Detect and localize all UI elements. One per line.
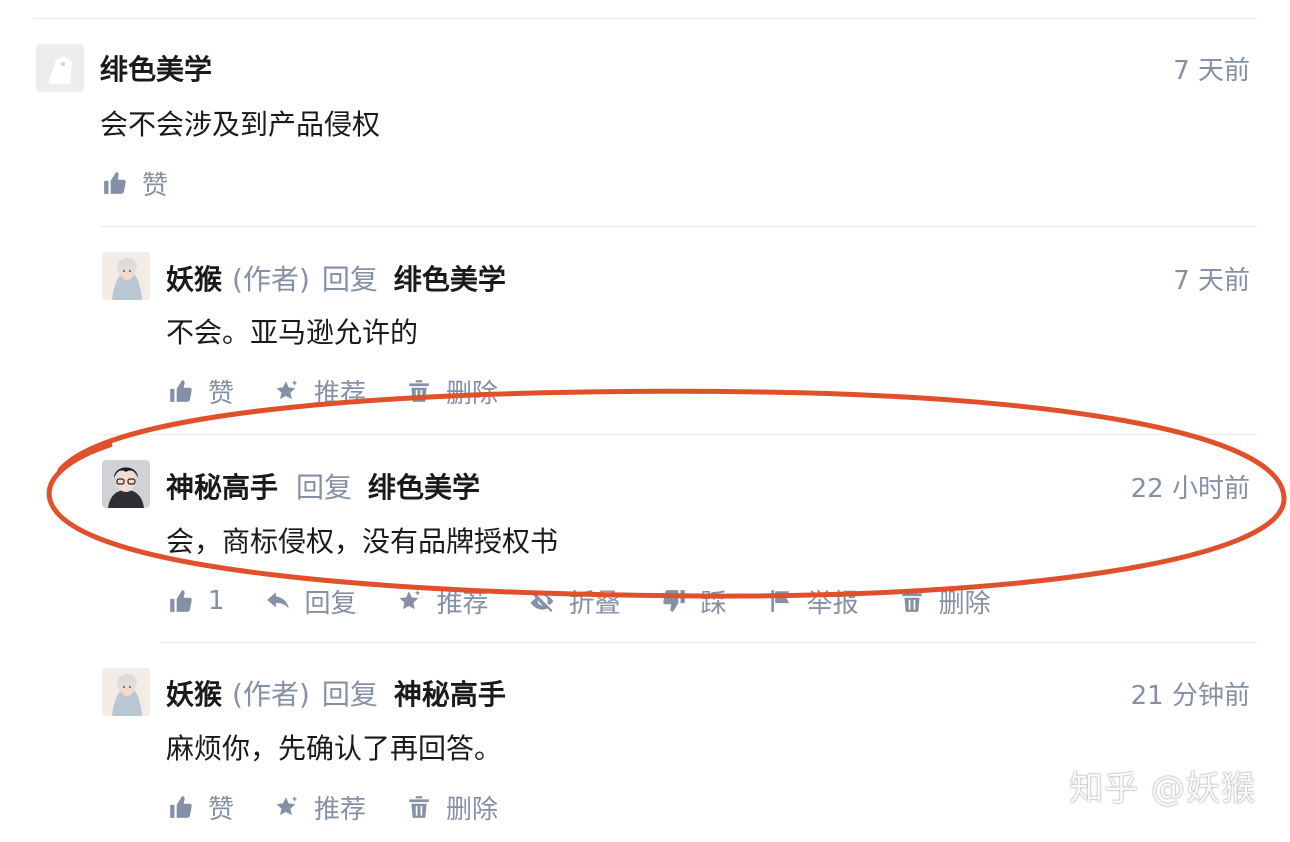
like-button[interactable]: 赞 bbox=[168, 373, 234, 410]
trash-icon bbox=[406, 378, 432, 404]
thumb-up-icon bbox=[168, 794, 194, 820]
like-label: 赞 bbox=[208, 794, 235, 825]
comment-content: 不会。亚马逊允许的 bbox=[166, 316, 419, 349]
comment-time: 7 天前 bbox=[1173, 265, 1250, 296]
author-name[interactable]: 绯色美学 bbox=[100, 48, 212, 88]
reply-word: 回复 bbox=[321, 678, 378, 711]
reply-label: 回复 bbox=[304, 588, 357, 619]
author-name[interactable]: 妖猴 bbox=[166, 258, 222, 298]
recommend-label: 推荐 bbox=[314, 794, 367, 825]
recommend-button[interactable]: 推荐 bbox=[397, 583, 489, 620]
delete-label: 删除 bbox=[446, 794, 499, 825]
avatar[interactable] bbox=[102, 668, 150, 716]
author-name[interactable]: 神秘高手 bbox=[166, 466, 278, 506]
recommend-label: 推荐 bbox=[314, 378, 367, 409]
dislike-label: 踩 bbox=[700, 588, 727, 619]
author-tag: (作者) bbox=[232, 678, 310, 711]
reply-target-name[interactable]: 神秘高手 bbox=[394, 673, 506, 713]
star-sparkle-icon bbox=[397, 588, 423, 614]
comment-content: 麻烦你，先确认了再回答。 bbox=[166, 732, 503, 765]
reply-target-name[interactable]: 绯色美学 bbox=[368, 466, 480, 506]
thumb-down-icon bbox=[661, 588, 687, 614]
author-tag: (作者) bbox=[232, 263, 310, 296]
eye-off-icon bbox=[529, 588, 555, 614]
report-label: 举报 bbox=[806, 588, 859, 619]
watermark: 知乎 @妖猴 bbox=[1069, 769, 1256, 809]
trash-icon bbox=[899, 588, 925, 614]
recommend-label: 推荐 bbox=[436, 588, 489, 619]
fold-button[interactable]: 折叠 bbox=[529, 583, 621, 620]
comment-time: 7 天前 bbox=[1173, 55, 1250, 86]
delete-label: 删除 bbox=[938, 588, 991, 619]
comment-time: 22 小时前 bbox=[1130, 473, 1250, 504]
like-button[interactable]: 1 bbox=[168, 586, 225, 616]
reply-arrow-icon bbox=[265, 588, 291, 614]
flag-icon bbox=[767, 588, 793, 614]
star-sparkle-icon bbox=[274, 378, 300, 404]
like-button[interactable]: 赞 bbox=[102, 165, 168, 202]
report-button[interactable]: 举报 bbox=[767, 583, 859, 620]
thumb-up-icon bbox=[168, 378, 194, 404]
reply-word: 回复 bbox=[321, 263, 378, 296]
delete-button[interactable]: 删除 bbox=[406, 373, 498, 410]
reply-target-name[interactable]: 绯色美学 bbox=[394, 258, 506, 298]
thumb-up-icon bbox=[168, 588, 194, 614]
reply-word: 回复 bbox=[296, 471, 353, 504]
recommend-button[interactable]: 推荐 bbox=[274, 373, 366, 410]
like-count: 1 bbox=[208, 586, 225, 616]
comment-time: 21 分钟前 bbox=[1130, 680, 1250, 711]
like-label: 赞 bbox=[142, 170, 169, 201]
comment-reply: 妖猴 (作者) 回复 神秘高手 21 分钟前 麻烦你，先确认了再回答。 赞 推荐… bbox=[0, 642, 1290, 842]
comment-reply: 妖猴 (作者) 回复 绯色美学 7 天前 不会。亚马逊允许的 赞 推荐 删除 bbox=[0, 226, 1290, 434]
delete-label: 删除 bbox=[446, 378, 499, 409]
delete-button[interactable]: 删除 bbox=[899, 583, 991, 620]
comment-reply-highlighted: 神秘高手 回复 绯色美学 22 小时前 会，商标侵权，没有品牌授权书 1 回复 … bbox=[0, 434, 1290, 642]
reply-button[interactable]: 回复 bbox=[265, 583, 357, 620]
star-sparkle-icon bbox=[274, 794, 300, 820]
avatar[interactable] bbox=[102, 252, 150, 300]
avatar[interactable] bbox=[102, 460, 150, 508]
comment-content: 会，商标侵权，没有品牌授权书 bbox=[166, 525, 559, 558]
comment-root: 绯色美学 7 天前 会不会涉及到产品侵权 赞 bbox=[0, 0, 1290, 226]
author-name[interactable]: 妖猴 bbox=[166, 673, 222, 713]
trash-icon bbox=[406, 794, 432, 820]
avatar-illustration-icon bbox=[102, 668, 150, 716]
avatar-photo-icon bbox=[102, 460, 150, 508]
avatar-illustration-icon bbox=[102, 252, 150, 300]
avatar-default-icon bbox=[36, 44, 84, 92]
like-button[interactable]: 赞 bbox=[168, 789, 234, 826]
fold-label: 折叠 bbox=[568, 588, 621, 619]
dislike-button[interactable]: 踩 bbox=[661, 583, 727, 620]
delete-button[interactable]: 删除 bbox=[406, 789, 498, 826]
avatar[interactable] bbox=[36, 44, 84, 92]
recommend-button[interactable]: 推荐 bbox=[274, 789, 366, 826]
thumb-up-icon bbox=[102, 170, 128, 196]
comment-content: 会不会涉及到产品侵权 bbox=[100, 108, 381, 141]
like-label: 赞 bbox=[208, 378, 235, 409]
